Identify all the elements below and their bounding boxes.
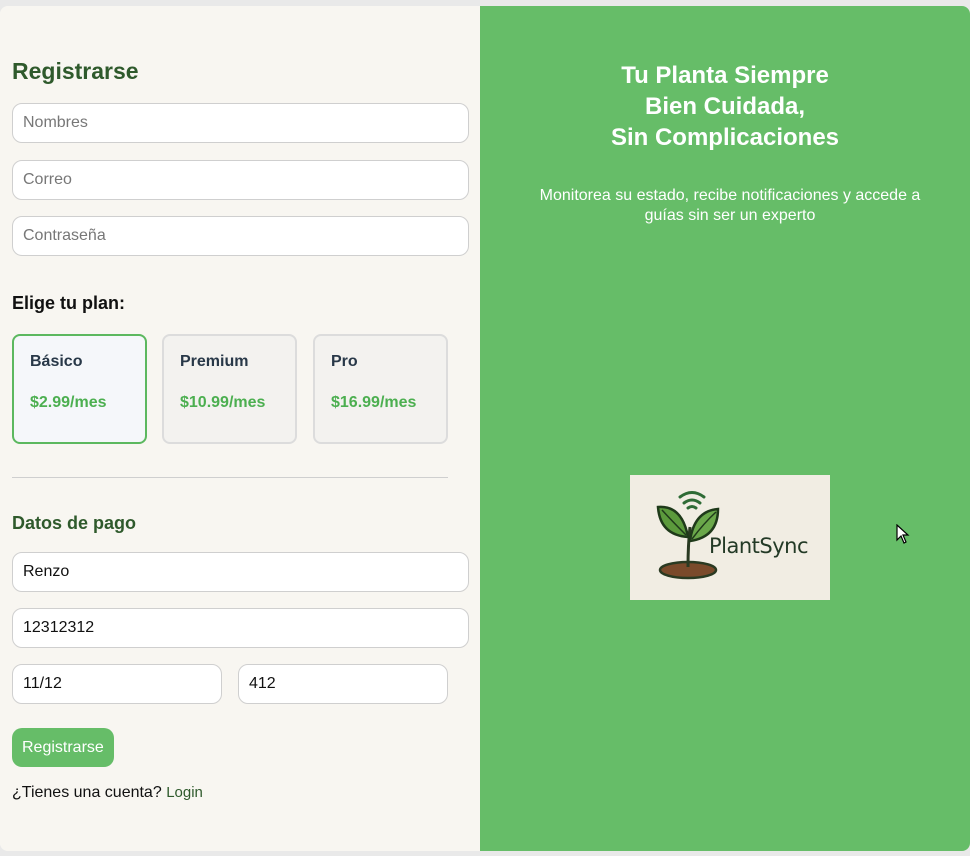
hero-title: Tu Planta Siempre Bien Cuidada, Sin Comp… [480,60,970,153]
card-number-input[interactable] [12,608,469,648]
plan-price: $16.99/mes [331,394,417,411]
password-input[interactable] [12,216,469,256]
hero-title-line: Tu Planta Siempre [621,62,829,89]
plan-card-premium[interactable]: Premium $10.99/mes [162,334,297,444]
plan-name: Básico [30,353,83,370]
login-prompt: ¿Tienes una cuenta? Login [12,784,203,802]
hero-title-line: Bien Cuidada, [644,93,806,120]
plan-card-pro[interactable]: Pro $16.99/mes [313,334,448,444]
plan-heading: Elige tu plan: [12,293,126,313]
section-divider [12,477,448,478]
email-input[interactable] [12,160,469,200]
cvv-input[interactable] [238,664,448,704]
logo-wordmark: PlantSync [709,534,809,558]
hero-subtitle: Monitorea su estado, recibe notificacion… [539,187,921,224]
cardholder-input[interactable] [12,552,469,592]
plan-card-basico[interactable]: Básico $2.99/mes [12,334,147,444]
hero-title-line: Sin Complicaciones [610,124,840,151]
mouse-pointer-icon [896,524,910,544]
registration-panel: Registrarse Elige tu plan: Básico $2.99/… [0,6,480,851]
register-heading: Registrarse [12,58,139,84]
payment-heading: Datos de pago [12,513,137,533]
expiry-input[interactable] [12,664,222,704]
have-account-text: ¿Tienes una cuenta? [12,784,162,801]
plan-name: Premium [180,353,249,370]
plan-name: Pro [331,353,358,370]
register-button[interactable]: Registrarse [12,728,114,767]
plan-price: $2.99/mes [30,394,107,411]
hero-panel: Tu Planta Siempre Bien Cuidada, Sin Comp… [480,6,970,851]
app-window: Registrarse Elige tu plan: Básico $2.99/… [0,6,970,851]
plan-price: $10.99/mes [180,394,266,411]
name-input[interactable] [12,103,469,143]
plantsync-logo: PlantSync [630,475,830,600]
login-link[interactable]: Login [166,784,203,801]
